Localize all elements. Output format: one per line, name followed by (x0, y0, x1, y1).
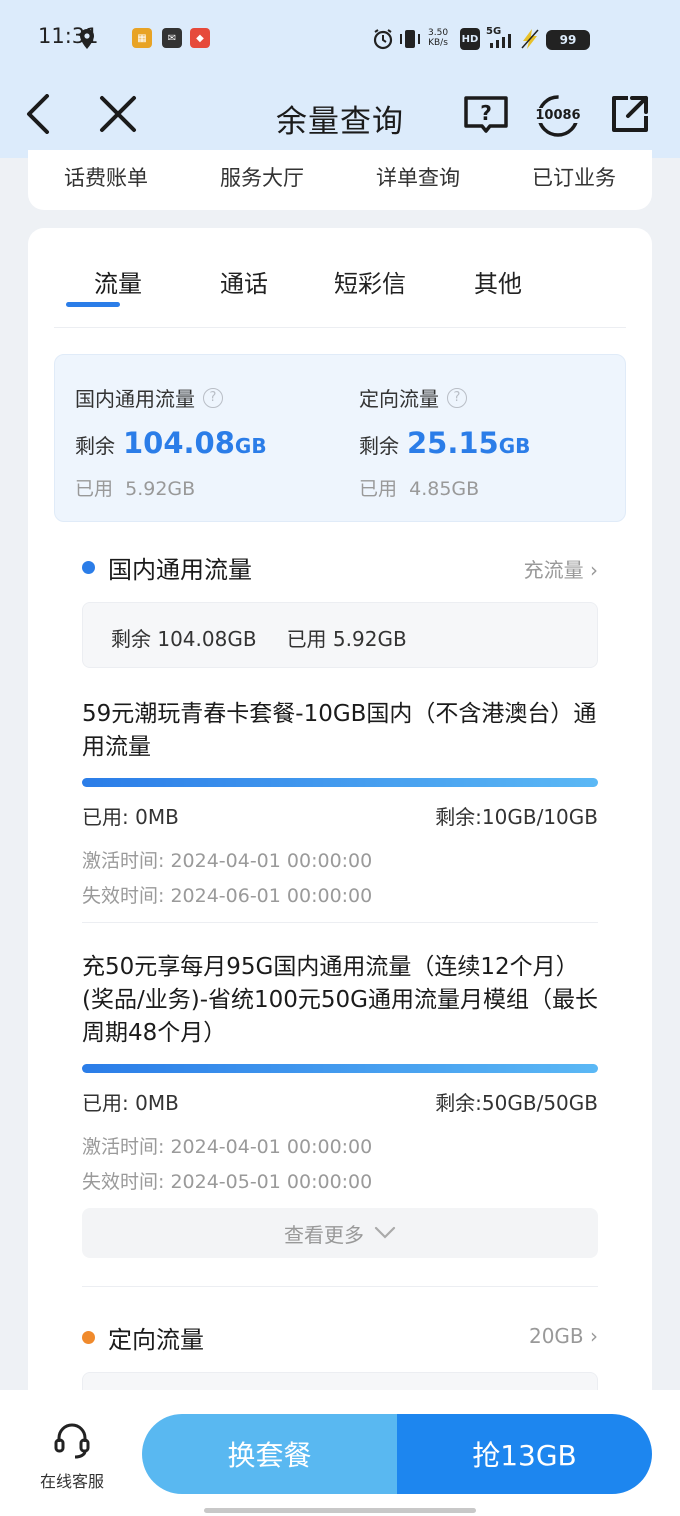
location-icon (78, 28, 96, 50)
directed-section-title: 定向流量 (108, 1326, 204, 1354)
home-indicator[interactable] (204, 1508, 476, 1513)
package-expire-time: 失效时间: 2024-05-01 00:00:00 (82, 1171, 373, 1193)
summary-general-unit: GB (234, 434, 267, 458)
package-item: 充50元享每月95G国内通用流量（连续12个月）(奖品/业务)-省统100元50… (82, 951, 598, 1194)
summary-directed-unit: GB (498, 434, 531, 458)
general-remain-text: 剩余 104.08GB (111, 627, 257, 651)
summary-directed-used: 4.85GB (409, 478, 480, 500)
hd-badge: HD (460, 28, 480, 50)
package-activate-time: 激活时间: 2024-04-01 00:00:00 (82, 1136, 373, 1158)
grab-data-button[interactable]: 抢13GB (397, 1414, 652, 1494)
tab-sms[interactable]: 短彩信 (334, 264, 406, 299)
question-icon[interactable]: ? (203, 387, 223, 408)
share-button[interactable] (602, 88, 658, 144)
package-remain: 剩余:50GB/50GB (435, 1091, 598, 1115)
quick-nav-subscribed[interactable]: 已订业务 (496, 150, 652, 210)
divider (82, 1286, 598, 1287)
package-used: 已用: 0MB (82, 1091, 179, 1115)
app-notification-icon: ▦ (132, 28, 152, 48)
bottom-bar: 在线客服 换套餐 抢13GB (0, 1390, 680, 1516)
tab-bar: 流量 通话 短彩信 其他 (54, 264, 626, 328)
quick-nav-detail-query[interactable]: 详单查询 (340, 150, 496, 210)
cta-group: 换套餐 抢13GB (142, 1414, 652, 1494)
headset-icon (52, 1423, 92, 1464)
status-bar: 11:31 ▦ ✉ ◆ 3.50 KB/s HD 5G 99 (0, 0, 680, 78)
package-used: 已用: 0MB (82, 805, 179, 829)
directed-section-header: 定向流量 20GB › (82, 1320, 598, 1356)
usage-summary: 国内通用流量 ? 剩余 104.08 GB 已用 5.92GB 定向流量 ? 剩… (54, 354, 626, 522)
package-progress-bar (82, 778, 598, 787)
blue-dot-icon (82, 561, 95, 574)
summary-used-label: 已用 (75, 478, 114, 500)
summary-directed-label: 定向流量 (359, 387, 439, 411)
directed-data-link[interactable]: 20GB › (529, 1324, 598, 1348)
general-remain-box: 剩余 104.08GB 已用 5.92GB (82, 602, 598, 668)
tab-data[interactable]: 流量 (94, 264, 142, 299)
package-progress-bar (82, 1064, 598, 1073)
app-badge-icon: ◆ (190, 28, 210, 48)
share-icon (610, 94, 650, 138)
summary-general-used: 5.92GB (125, 478, 196, 500)
package-activate-time: 激活时间: 2024-04-01 00:00:00 (82, 850, 373, 872)
chevron-right-icon: › (590, 558, 598, 582)
general-section-header: 国内通用流量 充流量 › (82, 550, 598, 586)
summary-remain-label: 剩余 (75, 434, 115, 458)
hotline-icon: 10086 (529, 93, 587, 139)
hotline-label: 10086 (529, 108, 587, 123)
summary-directed: 定向流量 ? 剩余 25.15 GB 已用 4.85GB (359, 383, 530, 501)
help-button[interactable]: ? (458, 88, 514, 144)
summary-remain-label: 剩余 (359, 434, 399, 458)
tab-other[interactable]: 其他 (474, 264, 522, 299)
battery-indicator: 99 (546, 30, 590, 50)
message-icon: ✉ (162, 28, 182, 48)
change-plan-button[interactable]: 换套餐 (142, 1414, 397, 1494)
quick-nav-bill[interactable]: 话费账单 (28, 150, 184, 210)
header: 余量查询 ? 10086 (0, 78, 680, 158)
online-service-label: 在线客服 (39, 1472, 104, 1491)
package-remain: 剩余:10GB/10GB (435, 805, 598, 829)
view-more-button[interactable]: 查看更多 (82, 1208, 598, 1258)
charging-icon (520, 28, 540, 50)
orange-dot-icon (82, 1331, 95, 1344)
quick-nav-service-hall[interactable]: 服务大厅 (184, 150, 340, 210)
quick-nav: 话费账单 服务大厅 详单查询 已订业务 (28, 150, 652, 210)
question-icon[interactable]: ? (447, 387, 467, 408)
recharge-data-link[interactable]: 充流量 › (524, 554, 598, 583)
main-card: 流量 通话 短彩信 其他 国内通用流量 ? 剩余 104.08 GB 已用 5.… (28, 228, 652, 1432)
signal-icon: 5G (486, 26, 516, 50)
svg-text:?: ? (480, 101, 492, 125)
divider (82, 922, 598, 923)
summary-used-label: 已用 (359, 478, 398, 500)
hotline-button[interactable]: 10086 (528, 88, 588, 144)
vibrate-icon (398, 28, 422, 50)
general-section-title: 国内通用流量 (108, 556, 252, 584)
summary-general: 国内通用流量 ? 剩余 104.08 GB 已用 5.92GB (75, 383, 267, 501)
online-service-button[interactable]: 在线客服 (30, 1420, 114, 1492)
package-item: 59元潮玩青春卡套餐-10GB国内（不含港澳台）通用流量 已用: 0MB 剩余:… (82, 698, 598, 908)
tab-calls[interactable]: 通话 (220, 264, 268, 299)
summary-general-remain: 104.08 (123, 426, 235, 460)
general-used-text: 已用 5.92GB (286, 627, 407, 651)
summary-general-label: 国内通用流量 (75, 387, 195, 411)
tab-indicator (66, 302, 120, 307)
help-book-icon: ? (463, 94, 509, 138)
package-name: 充50元享每月95G国内通用流量（连续12个月）(奖品/业务)-省统100元50… (82, 954, 598, 1046)
package-expire-time: 失效时间: 2024-06-01 00:00:00 (82, 885, 373, 907)
package-name: 59元潮玩青春卡套餐-10GB国内（不含港澳台）通用流量 (82, 701, 597, 760)
chevron-down-icon (374, 1221, 396, 1245)
net-speed: 3.50 KB/s (428, 28, 449, 48)
summary-directed-remain: 25.15 (407, 426, 499, 460)
alarm-icon (372, 28, 394, 50)
chevron-right-icon: › (590, 1324, 598, 1348)
